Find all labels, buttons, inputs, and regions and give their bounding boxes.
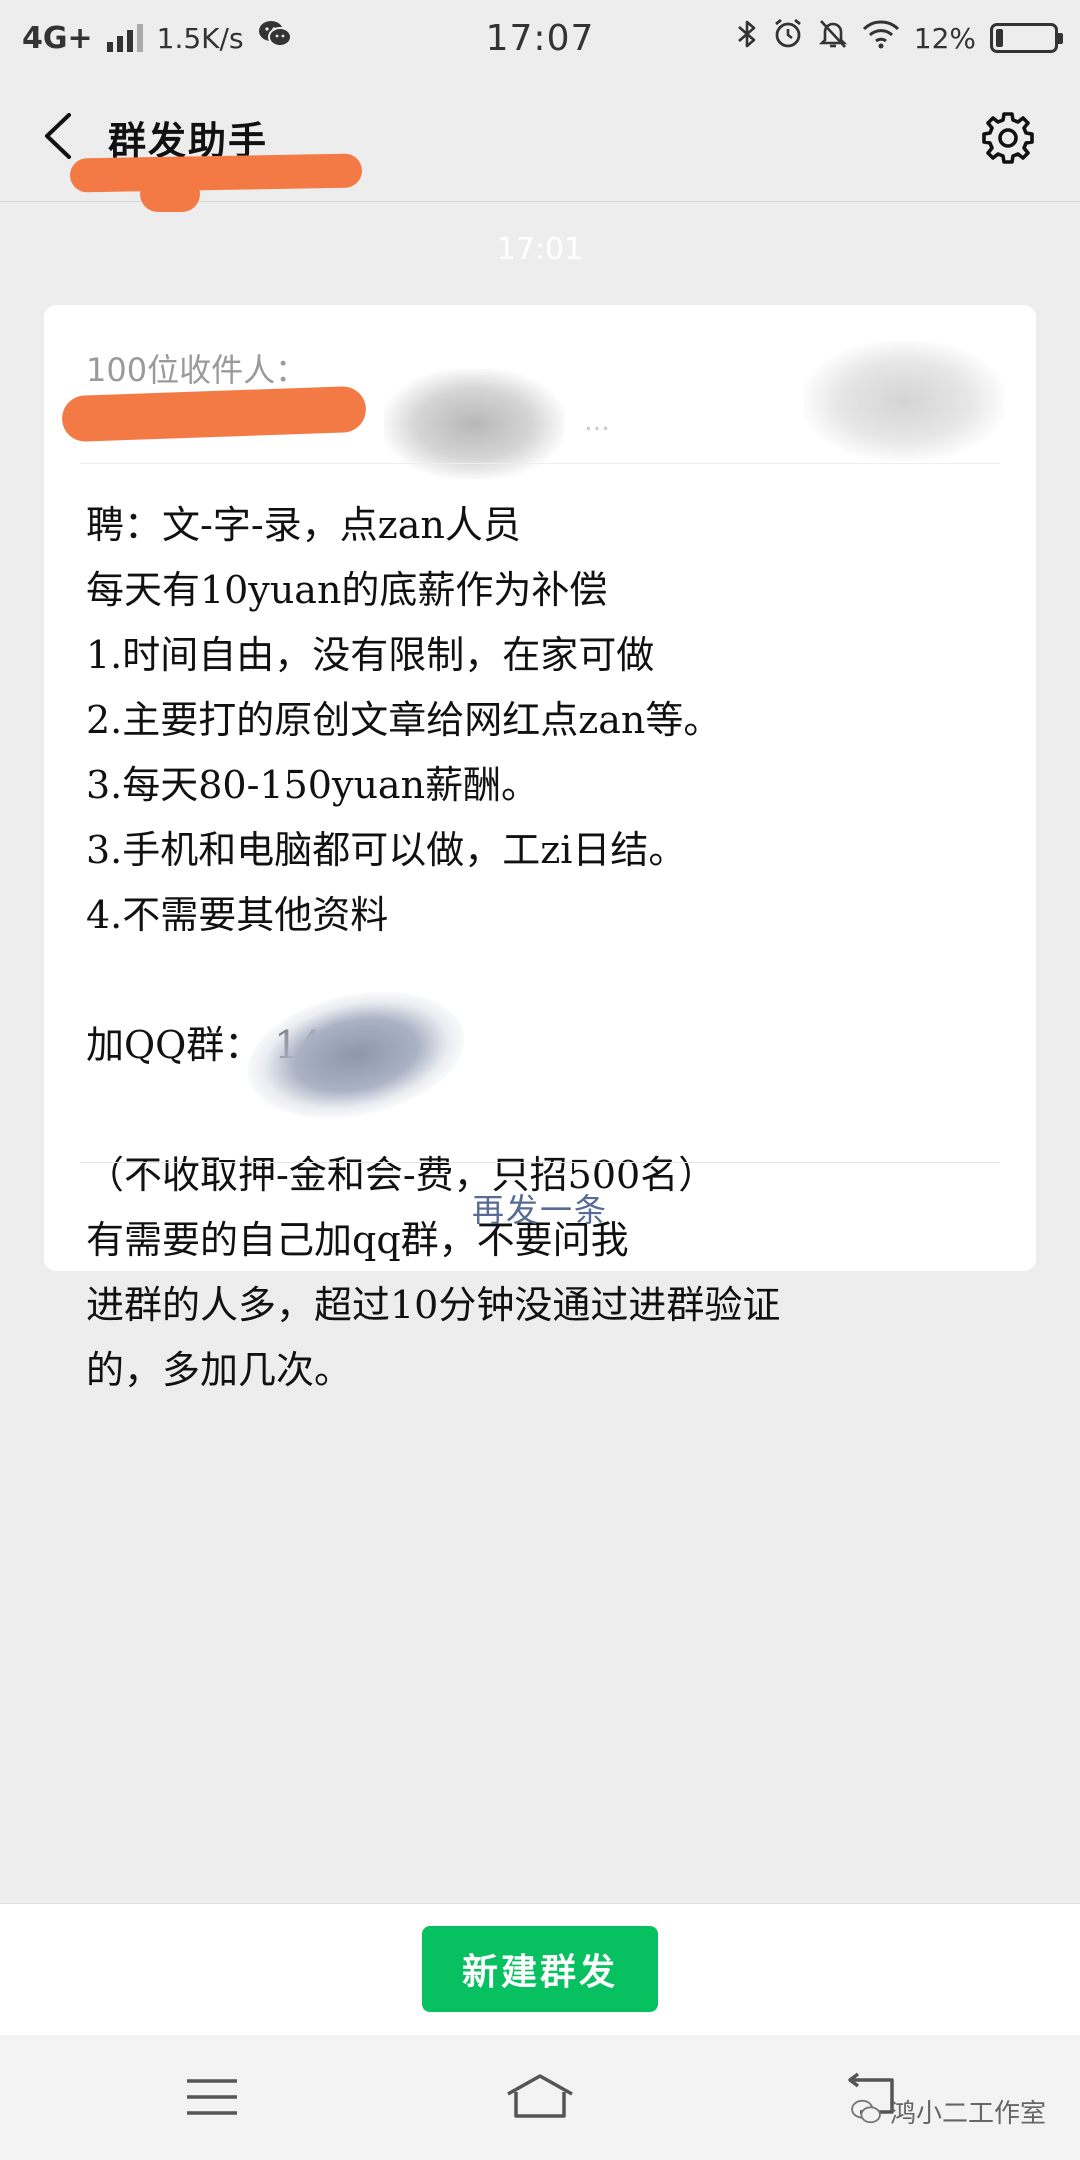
new-broadcast-button[interactable]: 新建群发 [422, 1926, 658, 2012]
card-divider [80, 463, 1000, 464]
gear-icon [982, 112, 1034, 164]
message-line: 聘：文-字-录，点zan人员 [86, 503, 521, 547]
message-line: 加QQ群： 14咨询 [86, 1023, 399, 1067]
resend-button[interactable]: 再发一条 [44, 1185, 1036, 1231]
redacted-recipients [804, 341, 1004, 461]
broadcast-message-card: 100位收件人： … 聘：文-字-录，点zan人员 每天有10yuan的底薪作为… [44, 305, 1036, 1392]
message-line: 的，多加几次。 [86, 1348, 353, 1392]
watermark-text: 鸿小二工作室 [889, 2099, 1046, 2129]
wechat-icon [258, 19, 292, 57]
back-button[interactable] [28, 106, 88, 166]
chat-timestamp: 17:01 [496, 232, 584, 267]
status-left: 4G+ 1.5K/s [0, 19, 404, 57]
signal-icon [106, 24, 143, 52]
mute-bell-icon [818, 18, 848, 58]
status-bar: 4G+ 1.5K/s 17:07 12% [0, 0, 1080, 76]
watermark: 鸿小二工作室 [850, 2093, 1046, 2130]
wechat-icon [851, 2099, 881, 2123]
status-right: 12% [676, 18, 1080, 58]
battery-percent: 12% [913, 21, 976, 55]
back-arrow-icon [45, 113, 71, 159]
menu-icon [187, 2079, 237, 2115]
redaction-mark [140, 176, 200, 212]
message-body: 聘：文-字-录，点zan人员 每天有10yuan的底薪作为补偿 1.时间自由，没… [86, 493, 1006, 1403]
screen: 4G+ 1.5K/s 17:07 12% 群发助手 17:01 100位收件人：… [0, 0, 1080, 2160]
redaction-mark [61, 385, 367, 443]
status-time: 17:07 [485, 17, 595, 59]
wifi-icon [862, 19, 900, 57]
bluetooth-icon [736, 18, 758, 58]
message-line: 2.主要打的原创文章给网红点zan等。 [86, 698, 722, 742]
card-divider [80, 1162, 1000, 1163]
home-icon [507, 2074, 573, 2118]
redaction-mark [69, 153, 363, 193]
battery-level [996, 29, 1003, 47]
nav-home-button[interactable] [500, 2067, 580, 2127]
qq-line-wrap: 加QQ群： 14咨询 [86, 973, 1006, 1137]
message-line: 4.不需要其他资料 [86, 893, 389, 937]
message-line: 每天有10yuan的底薪作为补偿 [86, 568, 608, 612]
message-line: 进群的人多，超过10分钟没通过进群验证 [86, 1283, 781, 1327]
system-nav-bar: 鸿小二工作室 [0, 2035, 1080, 2160]
recipients-overflow: … [584, 407, 610, 437]
title-bar: 群发助手 [0, 76, 1080, 212]
bottom-action-bar: 新建群发 [0, 1903, 1080, 2035]
alarm-icon [772, 18, 804, 58]
settings-button[interactable] [976, 106, 1040, 170]
recipients-label: 100位收件人： [86, 351, 308, 389]
message-line: 1.时间自由，没有限制，在家可做 [86, 633, 655, 677]
message-line: 3.每天80-150yuan薪酬。 [86, 763, 540, 807]
message-line: 3.手机和电脑都可以做，工zi日结。 [86, 828, 687, 872]
network-type: 4G+ [22, 20, 93, 56]
battery-icon [990, 23, 1063, 53]
network-speed: 1.5K/s [156, 21, 244, 55]
nav-menu-button[interactable] [172, 2067, 252, 2127]
